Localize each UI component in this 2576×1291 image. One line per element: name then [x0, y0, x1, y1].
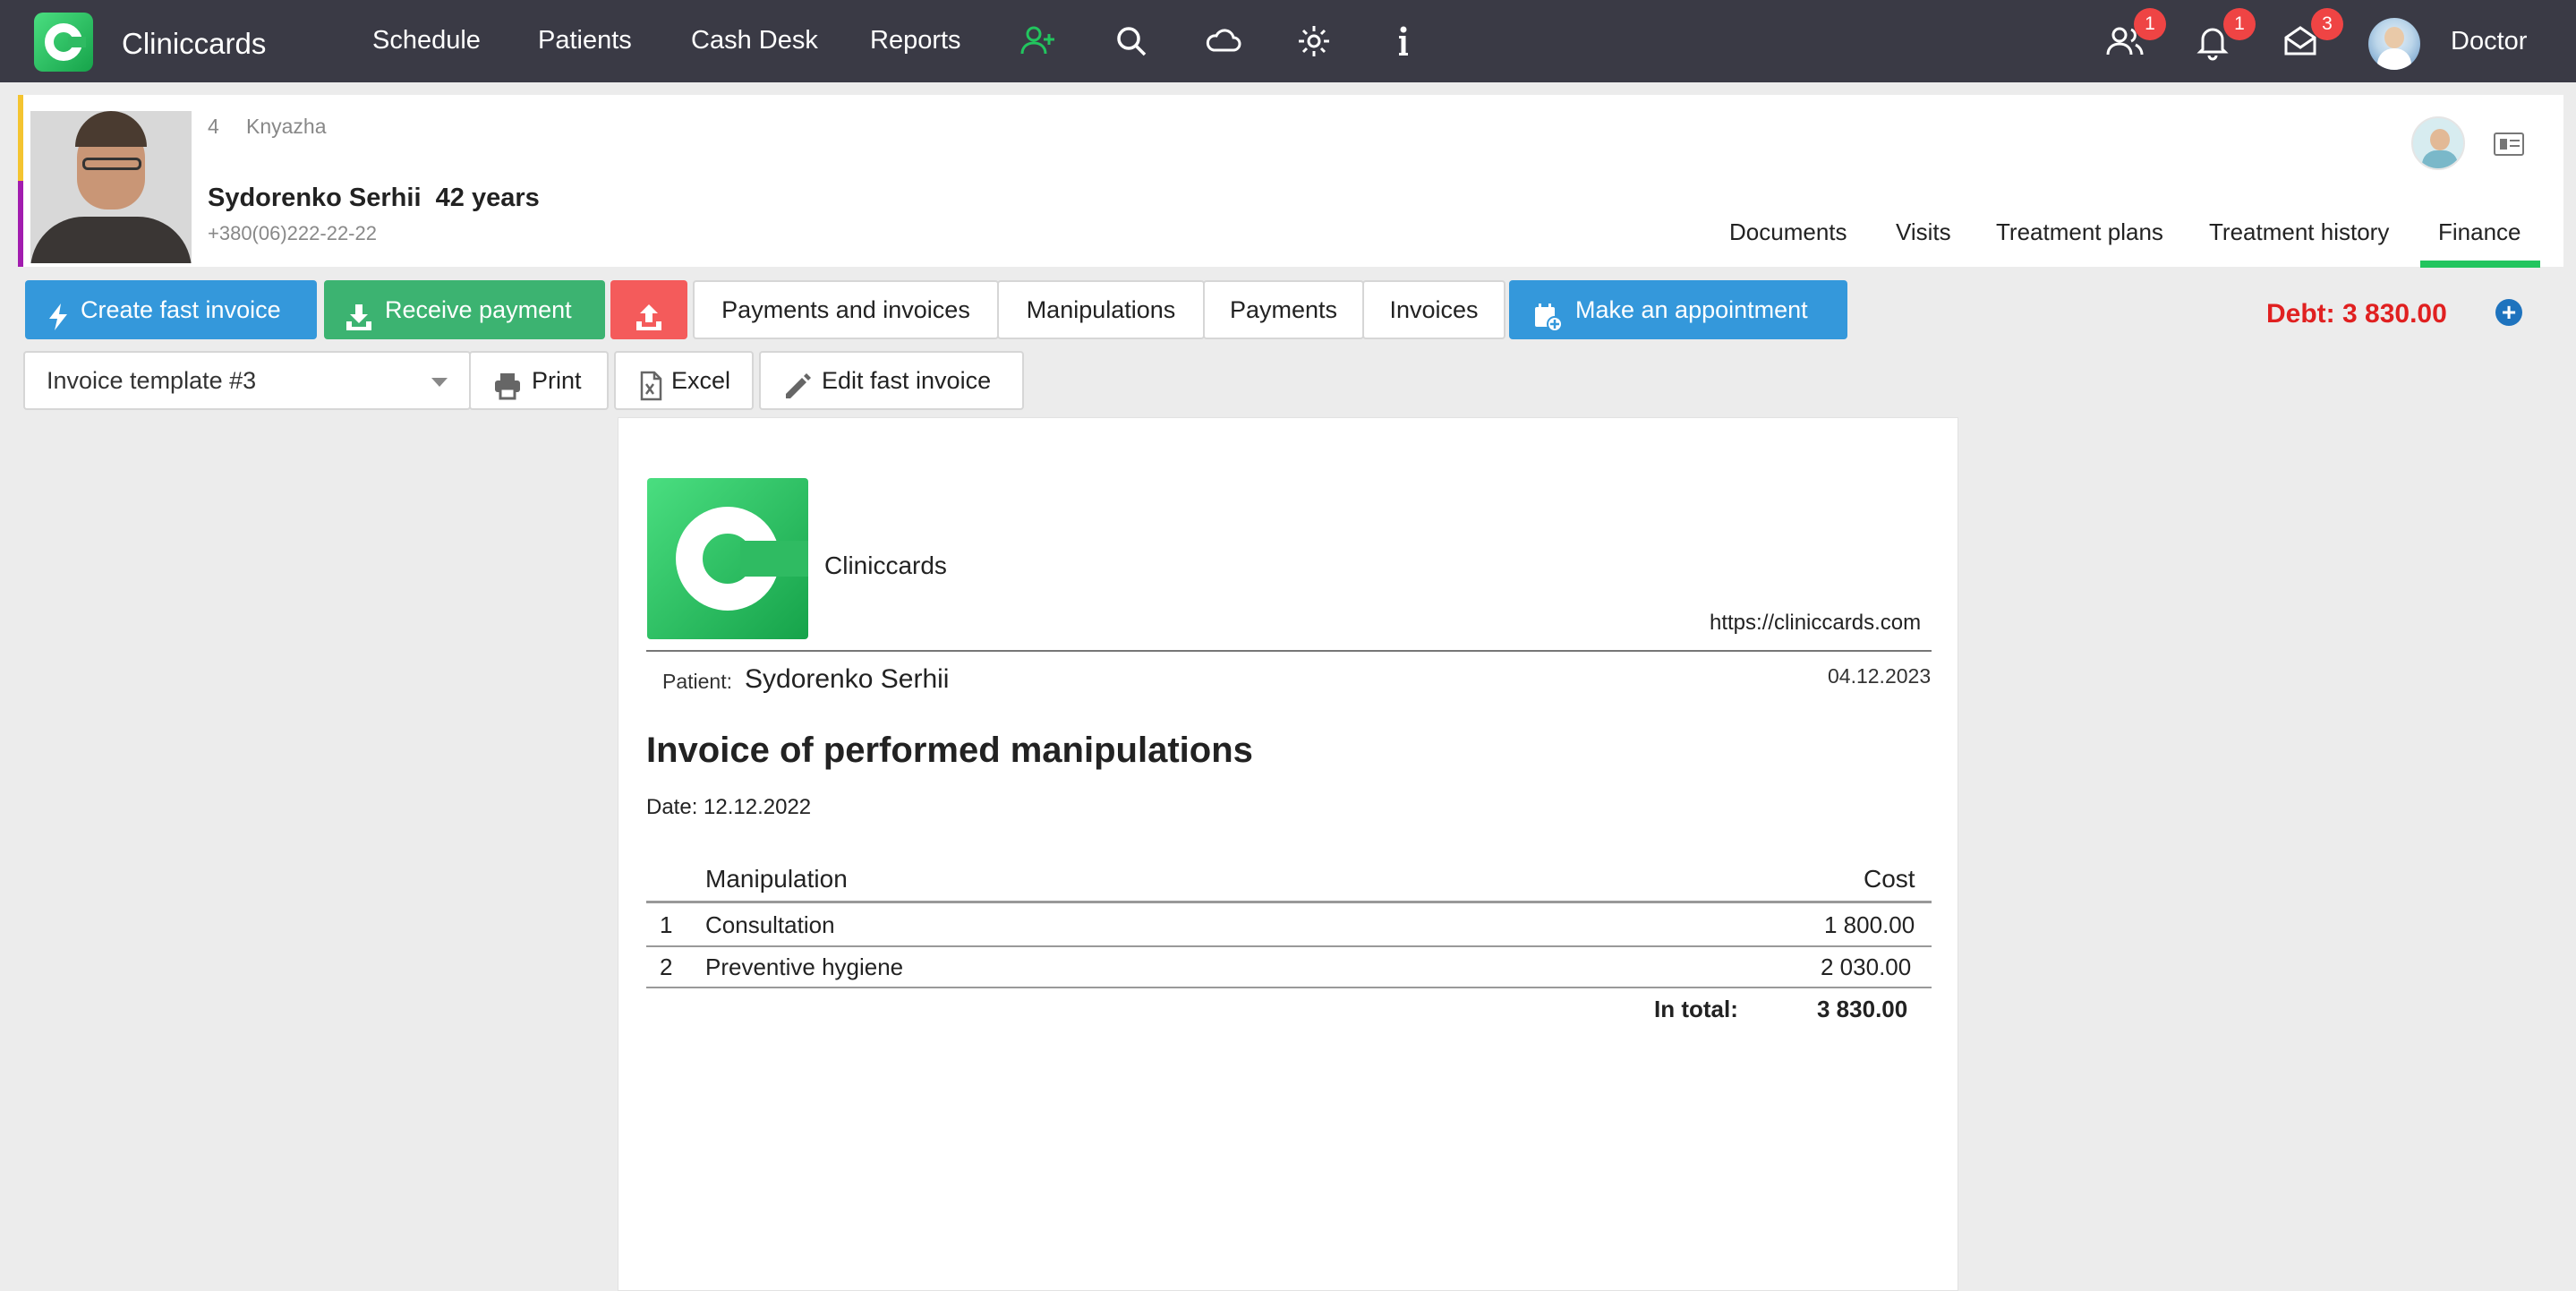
patient-status-stripe [18, 95, 23, 181]
app-brand-name[interactable]: Cliniccards [122, 27, 266, 61]
tab-documents[interactable]: Documents [1729, 218, 1847, 246]
row-cost: 1 800.00 [1824, 911, 1915, 938]
row-cost: 2 030.00 [1821, 953, 1912, 980]
invoice-divider [646, 650, 1932, 652]
patient-photo[interactable] [30, 111, 192, 263]
patient-age: 42 years [435, 184, 540, 212]
invoice-date: Date: 12.12.2022 [646, 795, 812, 819]
notifications-badge: 1 [2223, 8, 2256, 40]
chevron-down-icon [431, 378, 448, 387]
search-icon[interactable] [1112, 21, 1151, 61]
tab-treatment-plans[interactable]: Treatment plans [1996, 218, 2163, 246]
invoice-brand: Cliniccards [824, 551, 947, 579]
active-tab-indicator [2420, 261, 2540, 268]
patient-category-stripe [18, 181, 23, 267]
excel-file-icon [635, 365, 666, 401]
nav-patients[interactable]: Patients [538, 26, 632, 56]
print-label: Print [532, 367, 582, 394]
filter-invoices[interactable]: Invoices [1362, 280, 1506, 339]
nav-schedule[interactable]: Schedule [372, 26, 481, 56]
download-tray-icon [344, 295, 374, 330]
filter-manipulations[interactable]: Manipulations [997, 280, 1205, 339]
user-name[interactable]: Doctor [2451, 27, 2527, 56]
print-button[interactable]: Print [469, 351, 609, 410]
attending-doctor-avatar[interactable] [2411, 116, 2465, 170]
make-appointment-button[interactable]: Make an appointment [1509, 280, 1847, 339]
invoice-issue-date: 04.12.2023 [1828, 664, 1932, 688]
table-row-rule [646, 945, 1932, 947]
create-fast-invoice-button[interactable]: Create fast invoice [25, 280, 317, 339]
edit-fast-invoice-label: Edit fast invoice [822, 367, 992, 394]
add-patient-icon[interactable] [1019, 21, 1058, 61]
column-header-manipulation: Manipulation [705, 865, 848, 893]
excel-label: Excel [671, 367, 731, 394]
patients-badge: 1 [2134, 8, 2166, 40]
user-avatar[interactable] [2368, 18, 2420, 70]
total-label: In total: [1654, 996, 1738, 1022]
total-value: 3 830.00 [1817, 996, 1908, 1022]
tab-treatment-history[interactable]: Treatment history [2209, 218, 2389, 246]
row-manipulation: Consultation [705, 911, 835, 938]
lightning-icon [43, 295, 73, 330]
invoice-title: Invoice of performed manipulations [646, 731, 1253, 770]
patient-id: 4 [208, 115, 219, 138]
receive-payment-label: Receive payment [385, 296, 572, 323]
top-navigation-bar: Cliniccards Schedule Patients Cash Desk … [0, 0, 2576, 82]
patient-branch: Knyazha [246, 115, 327, 138]
invoice-url: https://cliniccards.com [1710, 611, 1922, 635]
tab-finance[interactable]: Finance [2438, 218, 2521, 246]
table-header-rule [646, 901, 1932, 903]
nav-reports[interactable]: Reports [870, 26, 961, 56]
info-icon[interactable] [1384, 21, 1423, 61]
calendar-plus-icon [1532, 295, 1563, 332]
contact-card-icon[interactable] [2494, 133, 2524, 156]
patient-phone: +380(06)222-22-22 [208, 222, 377, 244]
upload-icon [634, 295, 664, 330]
messages-badge: 3 [2311, 8, 2343, 40]
printer-icon [492, 365, 523, 400]
table-row-rule [646, 987, 1932, 988]
patient-debt: Debt: 3 830.00 [2266, 299, 2447, 329]
app-logo[interactable] [34, 13, 93, 72]
filter-payments[interactable]: Payments [1203, 280, 1364, 339]
patient-name[interactable]: Sydorenko Serhii [208, 184, 422, 212]
invoice-patient-name: Sydorenko Serhii [745, 664, 950, 694]
upload-button[interactable] [610, 280, 687, 339]
row-number: 1 [660, 911, 673, 938]
receive-payment-button[interactable]: Receive payment [324, 280, 605, 339]
row-manipulation: Preventive hygiene [705, 953, 904, 980]
invoice-template-select[interactable]: Invoice template #3 [23, 351, 471, 410]
add-icon[interactable]: + [2495, 299, 2522, 326]
column-header-cost: Cost [1864, 865, 1915, 893]
row-number: 2 [660, 953, 673, 980]
invoice-preview [618, 417, 1958, 1291]
make-appointment-label: Make an appointment [1575, 296, 1808, 323]
tab-visits[interactable]: Visits [1896, 218, 1951, 246]
edit-fast-invoice-button[interactable]: Edit fast invoice [759, 351, 1024, 410]
excel-button[interactable]: Excel [614, 351, 754, 410]
create-fast-invoice-label: Create fast invoice [81, 296, 281, 323]
invoice-template-value: Invoice template #3 [47, 367, 257, 394]
invoice-logo [647, 478, 808, 639]
patient-name-line: Sydorenko Serhii 42 years [208, 184, 540, 213]
pencil-icon [782, 365, 813, 398]
patient-header-card [18, 95, 2563, 267]
settings-icon[interactable] [1294, 21, 1334, 61]
invoice-patient-label: Patient: [662, 670, 732, 693]
nav-cash-desk[interactable]: Cash Desk [691, 26, 818, 56]
cloud-icon[interactable] [1203, 21, 1242, 61]
filter-payments-and-invoices[interactable]: Payments and invoices [693, 280, 999, 339]
